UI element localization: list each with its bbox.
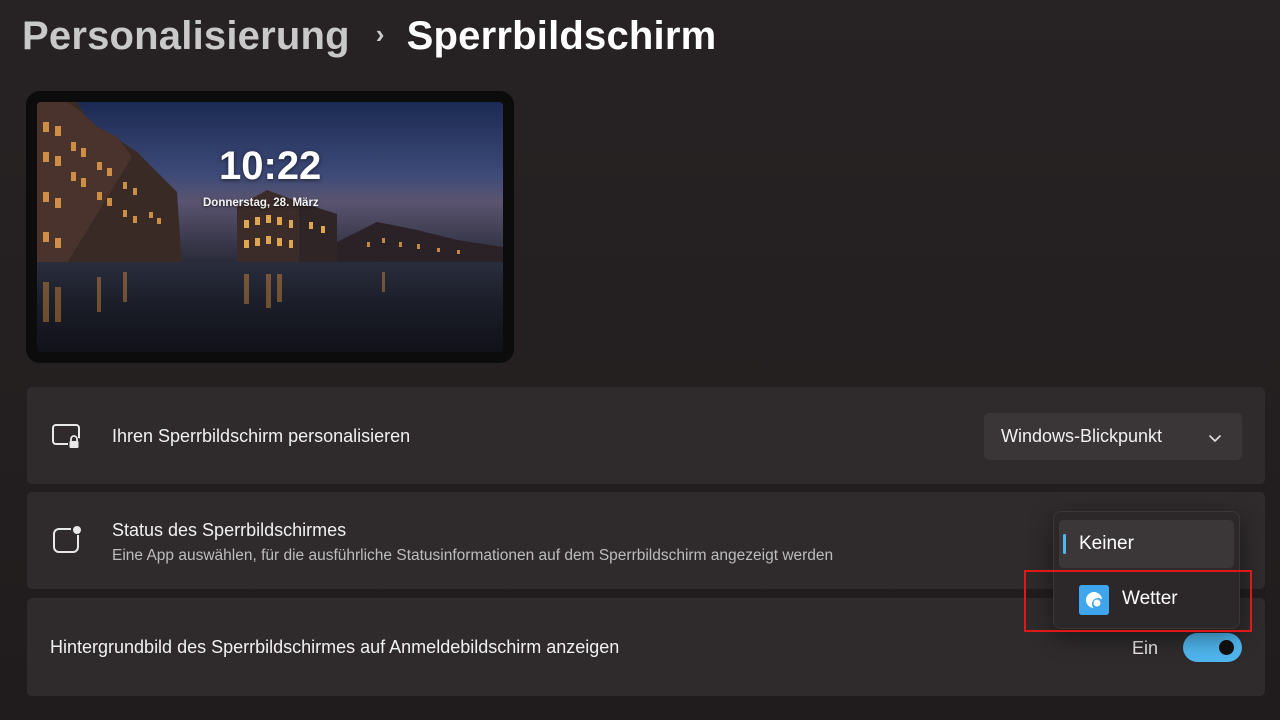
lock-screen-background-dropdown[interactable]: Windows-Blickpunkt	[984, 413, 1242, 460]
setting-title-personalize: Ihren Sperrbildschirm personalisieren	[112, 426, 411, 446]
setting-title-signin-background: Hintergrundbild des Sperrbildschirmes au…	[50, 637, 620, 657]
lock-screen-preview-image: 10:22 Donnerstag, 28. März	[37, 102, 503, 352]
lock-screen-preview: 10:22 Donnerstag, 28. März	[26, 91, 514, 363]
toggle-knob	[1219, 640, 1234, 655]
chevron-down-icon	[1208, 429, 1222, 450]
setting-title-status: Status des Sperrbildschirmes	[112, 520, 347, 540]
dropdown-value: Windows-Blickpunkt	[1001, 426, 1163, 446]
setting-card-personalize: Ihren Sperrbildschirm personalisieren Wi…	[27, 387, 1265, 484]
app-status-icon	[51, 522, 85, 556]
breadcrumb: Personalisierung › Sperrbildschirm	[22, 14, 716, 59]
menu-item-label: Wetter	[1122, 588, 1178, 609]
city-canal-illustration	[37, 102, 503, 352]
status-app-menu: Keiner Wetter	[1053, 511, 1240, 629]
weather-app-icon	[1079, 585, 1109, 615]
menu-item-label: Keiner	[1079, 533, 1134, 554]
monitor-lock-icon	[51, 420, 85, 454]
breadcrumb-separator: ›	[375, 19, 385, 49]
breadcrumb-parent[interactable]: Personalisierung	[22, 14, 350, 59]
page-title: Sperrbildschirm	[406, 14, 717, 58]
toggle-state-label: Ein	[1132, 638, 1159, 658]
preview-clock: 10:22	[219, 144, 322, 188]
menu-item-keiner[interactable]: Keiner	[1059, 520, 1234, 568]
preview-date: Donnerstag, 28. März	[203, 197, 319, 209]
selection-indicator	[1063, 534, 1066, 554]
signin-background-toggle[interactable]	[1183, 633, 1242, 662]
menu-item-wetter[interactable]: Wetter	[1059, 575, 1234, 623]
setting-description-status: Eine App auswählen, für die ausführliche…	[112, 547, 834, 564]
